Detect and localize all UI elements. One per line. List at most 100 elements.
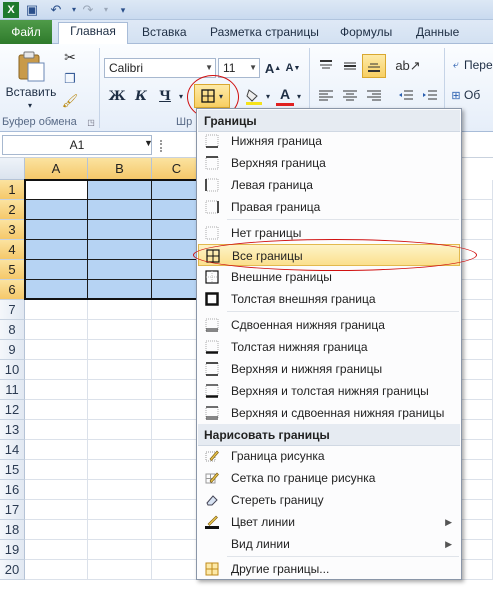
tab-file[interactable]: Файл xyxy=(0,20,52,44)
cell[interactable] xyxy=(88,360,152,380)
menu-item-double-bottom-border[interactable]: Сдвоенная нижняя граница xyxy=(198,314,460,336)
paste-button[interactable]: Вставить xyxy=(6,84,57,100)
menu-item-line-style[interactable]: Вид линии ▶ xyxy=(198,533,460,555)
copy-icon[interactable]: ❐ xyxy=(60,70,80,88)
menu-item-thick-box-border[interactable]: Толстая внешняя граница xyxy=(198,288,460,310)
row-header-7[interactable]: 7 xyxy=(0,300,25,320)
cell[interactable] xyxy=(25,420,88,440)
cell[interactable] xyxy=(25,480,88,500)
cell[interactable] xyxy=(25,540,88,560)
column-header-b[interactable]: B xyxy=(88,158,152,180)
row-header-11[interactable]: 11 xyxy=(0,380,25,400)
wrap-text-icon[interactable]: ⤶ xyxy=(448,56,464,74)
select-all-corner[interactable] xyxy=(0,158,25,180)
cell[interactable] xyxy=(25,500,88,520)
row-header-4[interactable]: 4 xyxy=(0,240,25,260)
cell[interactable] xyxy=(25,520,88,540)
tab-insert[interactable]: Вставка xyxy=(134,24,195,44)
wrap-text-button[interactable]: Пере xyxy=(464,56,493,74)
cell[interactable] xyxy=(25,260,88,280)
menu-item-top-thick-bottom-border[interactable]: Верхняя и толстая нижняя границы xyxy=(198,380,460,402)
menu-item-thick-bottom-border[interactable]: Толстая нижняя граница xyxy=(198,336,460,358)
tab-data[interactable]: Данные xyxy=(408,24,467,44)
name-box-dropdown-icon[interactable]: ▼ xyxy=(144,138,153,148)
align-left-icon[interactable] xyxy=(316,86,336,106)
shrink-font-icon[interactable]: A ▼ xyxy=(285,58,301,78)
cell[interactable] xyxy=(152,440,202,460)
cell[interactable] xyxy=(152,500,202,520)
cell[interactable] xyxy=(152,400,202,420)
bold-button[interactable]: Ж xyxy=(108,86,126,106)
formula-bar-grip[interactable] xyxy=(160,140,163,152)
cell[interactable] xyxy=(152,320,202,340)
fill-color-icon[interactable] xyxy=(244,86,264,106)
cell[interactable] xyxy=(152,560,202,580)
cell[interactable] xyxy=(25,240,88,260)
menu-item-more-borders[interactable]: Другие границы... xyxy=(198,558,460,580)
row-header-13[interactable]: 13 xyxy=(0,420,25,440)
paste-icon[interactable] xyxy=(14,50,48,84)
cell[interactable] xyxy=(25,560,88,580)
row-header-12[interactable]: 12 xyxy=(0,400,25,420)
format-painter-icon[interactable]: 🖌 xyxy=(60,92,80,110)
row-header-19[interactable]: 19 xyxy=(0,540,25,560)
undo-icon[interactable]: ↶ xyxy=(48,2,64,18)
cell[interactable] xyxy=(152,360,202,380)
cell[interactable] xyxy=(88,400,152,420)
cell[interactable] xyxy=(25,440,88,460)
row-header-2[interactable]: 2 xyxy=(0,200,25,220)
customize-icon[interactable]: ▾ xyxy=(115,2,131,18)
menu-item-draw-border-grid[interactable]: Сетка по границе рисунка xyxy=(198,467,460,489)
name-box[interactable]: A1 xyxy=(2,135,152,155)
cell[interactable] xyxy=(152,480,202,500)
column-header-a[interactable]: A xyxy=(25,158,88,180)
row-header-14[interactable]: 14 xyxy=(0,440,25,460)
cell[interactable] xyxy=(88,280,152,300)
cell[interactable] xyxy=(25,300,88,320)
cell[interactable] xyxy=(88,540,152,560)
cell[interactable] xyxy=(25,180,88,200)
cell[interactable] xyxy=(88,200,152,220)
menu-item-top-bottom-border[interactable]: Верхняя и нижняя границы xyxy=(198,358,460,380)
cell[interactable] xyxy=(88,420,152,440)
column-header-c[interactable]: C xyxy=(152,158,202,180)
fill-dropdown-icon[interactable]: ▾ xyxy=(264,86,272,106)
menu-item-draw-border[interactable]: Граница рисунка xyxy=(198,445,460,467)
row-header-10[interactable]: 10 xyxy=(0,360,25,380)
font-color-dropdown-icon[interactable]: ▾ xyxy=(295,86,303,106)
cell[interactable] xyxy=(88,560,152,580)
cell[interactable] xyxy=(25,340,88,360)
font-size-combo[interactable]: 11 ▼ xyxy=(218,58,260,78)
cell[interactable] xyxy=(25,460,88,480)
cell[interactable] xyxy=(88,460,152,480)
dialog-launcher-icon[interactable]: ◳ xyxy=(86,117,96,127)
font-color-icon[interactable]: A xyxy=(276,84,294,106)
decrease-indent-icon[interactable] xyxy=(396,86,416,106)
cell[interactable] xyxy=(152,460,202,480)
cell[interactable] xyxy=(152,520,202,540)
row-header-6[interactable]: 6 xyxy=(0,280,25,300)
tab-page-layout[interactable]: Разметка страницы xyxy=(202,24,327,44)
cell[interactable] xyxy=(152,380,202,400)
cell[interactable] xyxy=(88,260,152,280)
cell[interactable] xyxy=(152,280,202,300)
cell[interactable] xyxy=(88,340,152,360)
cell[interactable] xyxy=(25,360,88,380)
align-middle-icon[interactable] xyxy=(340,56,360,76)
grow-font-icon[interactable]: A ▲ xyxy=(265,58,281,78)
font-name-combo[interactable]: Calibri ▼ xyxy=(104,58,216,78)
row-header-17[interactable]: 17 xyxy=(0,500,25,520)
row-header-20[interactable]: 20 xyxy=(0,560,25,580)
row-header-1[interactable]: 1 xyxy=(0,180,25,200)
tab-formulas[interactable]: Формулы xyxy=(332,24,400,44)
align-top-icon[interactable] xyxy=(316,56,336,76)
cell[interactable] xyxy=(152,420,202,440)
row-header-3[interactable]: 3 xyxy=(0,220,25,240)
align-center-icon[interactable] xyxy=(340,86,360,106)
menu-item-erase-border[interactable]: Стереть границу xyxy=(198,489,460,511)
cell[interactable] xyxy=(25,220,88,240)
row-header-5[interactable]: 5 xyxy=(0,260,25,280)
merge-button[interactable]: Об xyxy=(464,86,493,104)
align-right-icon[interactable] xyxy=(364,86,384,106)
cell[interactable] xyxy=(88,520,152,540)
